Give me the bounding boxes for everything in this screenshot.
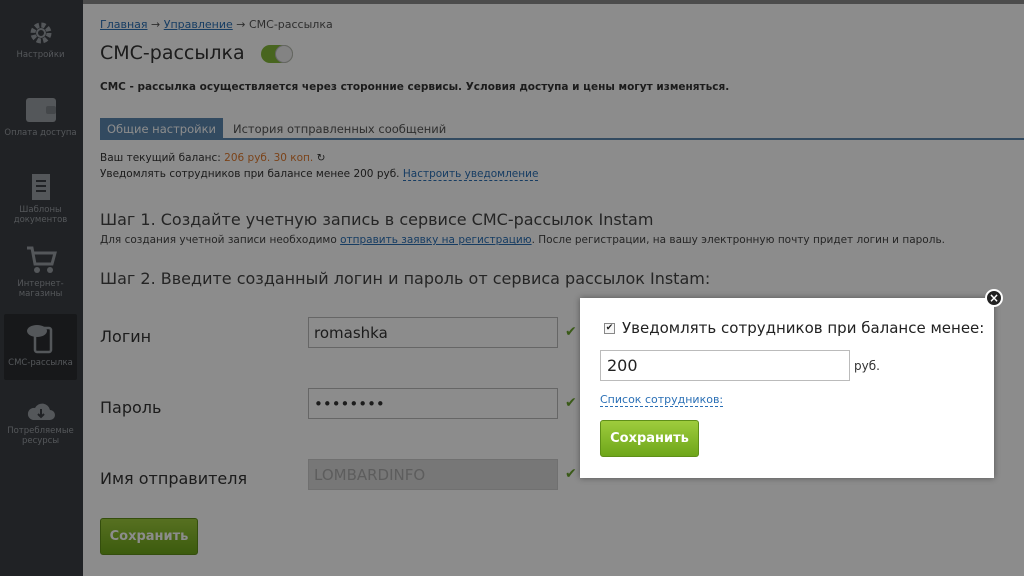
notify-checkbox-label[interactable]: Уведомлять сотрудников при балансе менее… [622,319,984,337]
notify-amount-input[interactable]: 200 [600,350,850,381]
modal-backdrop[interactable] [0,0,1024,576]
employees-list-link[interactable]: Список сотрудников: [600,393,724,407]
currency-unit: руб. [854,359,880,373]
notify-popup: ✔ Уведомлять сотрудников при балансе мен… [580,298,994,478]
popup-save-button[interactable]: Сохранить [600,420,699,457]
notify-checkbox[interactable]: ✔ [604,323,615,334]
close-icon[interactable]: × [985,289,1003,307]
